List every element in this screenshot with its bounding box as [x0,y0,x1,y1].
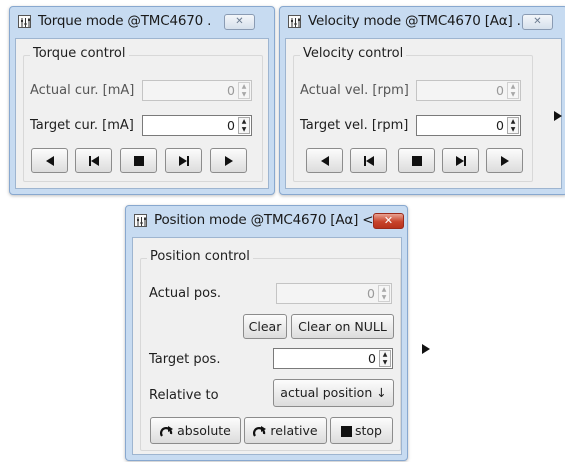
window-title: Torque mode @TMC4670 . [38,13,212,29]
close-button[interactable]: ✕ [522,14,553,30]
spin-arrows: ▲ ▼ [378,285,390,302]
relative-to-dropdown[interactable]: actual position ↓ [273,379,394,407]
stop-icon [341,426,352,437]
rotate-cw-icon [160,425,174,437]
play-reverse-icon [321,156,329,166]
group-title: Velocity control [300,46,407,61]
actual-position-field: 0 ▲ ▼ [276,283,392,304]
skip-forward-icon [456,156,466,166]
torque-title-bar[interactable]: Torque mode @TMC4670 . ✕ [10,7,274,37]
window-client: Velocity control Actual vel. [rpm] 0 ▲ ▼ … [285,38,562,189]
target-current-label: Target cur. [mA] [30,118,134,133]
play-reverse-button[interactable] [31,148,68,173]
relative-button[interactable]: relative [244,417,327,444]
target-velocity-input[interactable]: 0 ▲ ▼ [416,115,521,136]
spin-arrows[interactable]: ▲ ▼ [507,117,519,134]
window-client: Torque control Actual cur. [mA] 0 ▲ ▼ Tar… [15,38,269,189]
stop-button[interactable] [120,148,157,173]
skip-forward-icon [179,156,189,166]
actual-velocity-field: 0 ▲ ▼ [416,80,521,101]
position-title-bar[interactable]: Position mode @TMC4670 [Aα] <1... ✕ [126,206,407,236]
position-mode-window: Position mode @TMC4670 [Aα] <1... ✕ Posi… [125,205,408,461]
skip-back-icon [364,156,374,166]
torque-mode-window: Torque mode @TMC4670 . ✕ Torque control … [9,6,275,195]
play-reverse-button[interactable] [306,148,343,173]
velocity-mode-window: Velocity mode @TMC4670 [Aα] .. ✕ Velocit… [279,6,565,195]
rotate-cw-icon [253,425,267,437]
skip-back-icon [89,156,99,166]
sliders-icon [288,15,301,28]
spin-arrows[interactable]: ▲ ▼ [379,350,391,367]
spin-arrows: ▲ ▼ [238,82,250,99]
stop-icon [134,156,144,166]
spin-arrows[interactable]: ▲ ▼ [238,117,250,134]
actual-position-label: Actual pos. [149,286,221,301]
expand-right-icon[interactable] [422,344,430,354]
group-title: Position control [147,249,253,264]
close-button[interactable]: ✕ [373,213,404,229]
spin-arrows: ▲ ▼ [507,82,519,99]
skip-back-button[interactable] [75,148,112,173]
play-button[interactable] [486,148,523,173]
skip-back-button[interactable] [350,148,387,173]
relative-to-label: Relative to [149,388,219,403]
target-velocity-label: Target vel. [rpm] [300,118,409,133]
group-title: Torque control [30,46,129,61]
window-title: Velocity mode @TMC4670 [Aα] .. [308,13,525,29]
play-icon [501,156,509,166]
expand-right-icon[interactable] [554,111,562,121]
play-button[interactable] [210,148,247,173]
sliders-icon [134,214,147,227]
actual-current-field: 0 ▲ ▼ [142,80,252,101]
target-position-input[interactable]: 0 ▲ ▼ [273,348,393,369]
window-client: Position control Actual pos. 0 ▲ ▼ Clear … [132,237,402,455]
absolute-button[interactable]: absolute [150,417,241,444]
skip-forward-button[interactable] [442,148,479,173]
stop-button[interactable]: stop [330,417,393,444]
actual-current-label: Actual cur. [mA] [30,83,135,98]
velocity-title-bar[interactable]: Velocity mode @TMC4670 [Aα] .. ✕ [280,7,565,37]
clear-on-null-button[interactable]: Clear on NULL [291,314,394,339]
stop-icon [412,156,422,166]
window-title: Position mode @TMC4670 [Aα] <1... [154,212,395,228]
play-icon [225,156,233,166]
actual-velocity-label: Actual vel. [rpm] [300,83,409,98]
target-current-input[interactable]: 0 ▲ ▼ [142,115,252,136]
target-position-label: Target pos. [149,352,221,367]
clear-button[interactable]: Clear [243,314,287,339]
sliders-icon [18,15,31,28]
play-reverse-icon [46,156,54,166]
stop-button[interactable] [398,148,435,173]
close-button[interactable]: ✕ [224,14,255,30]
skip-forward-button[interactable] [165,148,202,173]
